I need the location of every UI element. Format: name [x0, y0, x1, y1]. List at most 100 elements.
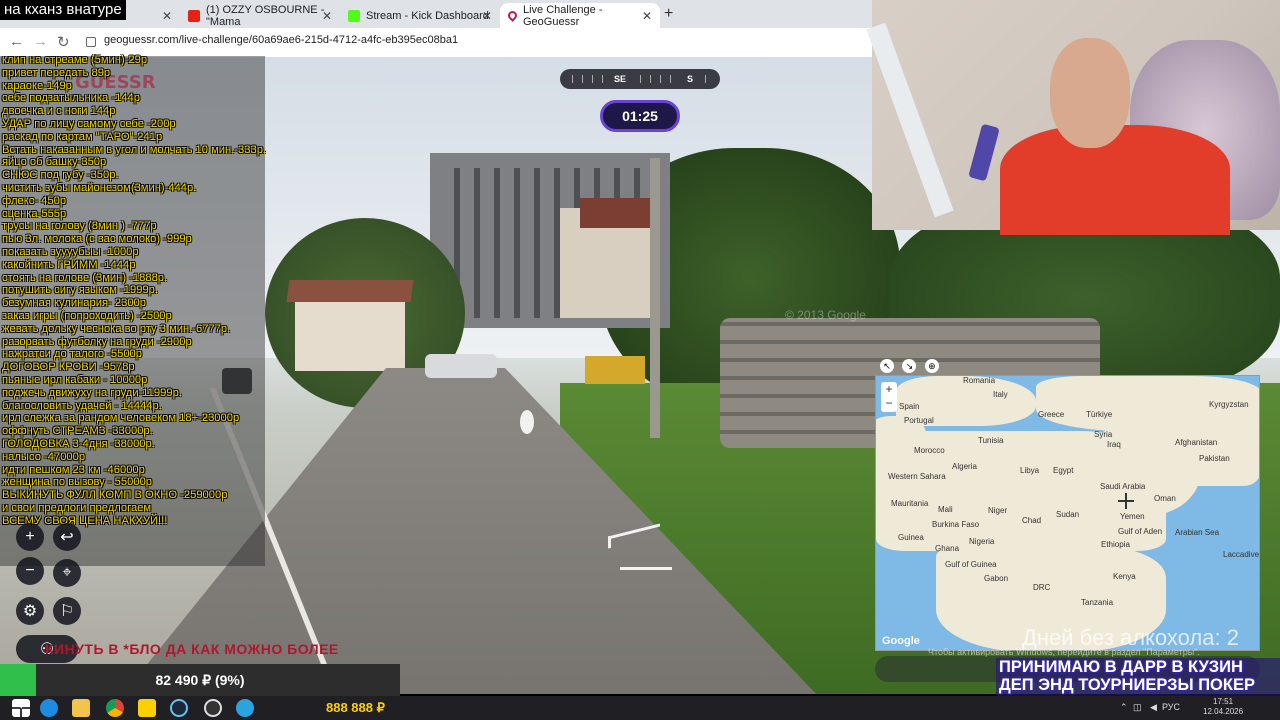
- map-label: Ethiopia: [1101, 540, 1130, 549]
- donation-item: раскад по картам "ТАРО"-241р: [2, 130, 163, 143]
- flag-icon[interactable]: ⚐: [53, 597, 81, 625]
- address-bar[interactable]: geoguessr.com/live-challenge/60a69ae6-21…: [104, 34, 458, 46]
- tab-ozzy[interactable]: (1) OZZY OSBOURNE - "Mama ✕: [180, 3, 340, 28]
- map-label: Ghana: [935, 544, 960, 553]
- compass-heading-se: SE: [614, 74, 627, 84]
- map-zoom-control[interactable]: + −: [881, 382, 897, 412]
- return-to-start-button[interactable]: ⌖: [53, 559, 81, 587]
- undo-move-button[interactable]: ↩: [53, 523, 81, 551]
- app-icon[interactable]: [138, 699, 156, 717]
- stream-title-overlay: на кханз внатуре: [0, 0, 126, 20]
- edge-icon[interactable]: [40, 699, 58, 717]
- google-watermark: © 2013 Google: [785, 308, 866, 322]
- shrink-map-icon[interactable]: ↘: [902, 359, 917, 373]
- compass-heading-s: S: [687, 74, 694, 84]
- donation-alert-text: КИНУТЬ В *БЛО ДА КАК МОЖНО БОЛЕЕ: [45, 641, 339, 657]
- chrome-icon[interactable]: [106, 699, 124, 717]
- donation-item: привет передать 89р: [2, 66, 111, 79]
- map-label: Gulf of Guinea: [945, 560, 997, 569]
- tab-kick[interactable]: Stream - Kick Dashboard ✕: [340, 3, 500, 28]
- obs-icon[interactable]: [204, 699, 222, 717]
- map-label: Mauritania: [891, 499, 929, 508]
- donation-item: ВСЕМУ СВОЯ ЦЕНА НАКХУЙ!!!: [2, 514, 168, 527]
- close-icon[interactable]: ✕: [482, 9, 492, 23]
- map-zoom-out-button[interactable]: −: [881, 396, 897, 410]
- donation-item: благословить удачей - 14444р.: [2, 399, 162, 412]
- guess-map[interactable]: Romania Spain Italy Greece Türkiye Portugal Ky…: [875, 375, 1260, 651]
- donation-item: жевать дольку чеснока во рту 3 мин.-6777…: [2, 322, 231, 335]
- tab-title: Stream - Kick Dashboard: [366, 9, 489, 22]
- donation-item: какойнить ГРИММ -1444р: [2, 258, 136, 271]
- tab-first[interactable]: ✕: [120, 3, 180, 28]
- telegram-icon[interactable]: [236, 699, 254, 717]
- activate-windows-notice: Чтобы активировать Windows, перейдите в …: [928, 647, 1200, 657]
- map-label: Morocco: [914, 446, 945, 455]
- compass-bar: SE S: [560, 69, 720, 89]
- map-label: Western Sahara: [888, 472, 946, 481]
- map-label: Greece: [1038, 410, 1065, 419]
- donation-item: безумная кулинария- 2300р: [2, 297, 147, 310]
- donation-item: стоять на голове (3мин) -1888р.: [2, 271, 168, 284]
- donation-item: двоечка и с ноги 144р: [2, 105, 116, 118]
- forward-icon[interactable]: →: [33, 33, 48, 50]
- utility-pole: [650, 158, 660, 438]
- volume-icon[interactable]: ◀: [1150, 702, 1157, 713]
- round-timer: 01:25: [600, 100, 680, 132]
- map-label: DRC: [1033, 583, 1051, 592]
- close-icon[interactable]: ✕: [162, 9, 172, 23]
- move-back-arrow[interactable]: [620, 558, 672, 570]
- new-tab-button[interactable]: +: [664, 5, 673, 23]
- map-label: Nigeria: [969, 537, 995, 546]
- donation-item: чистить зубы майонезом(3мин)-444р.: [2, 181, 197, 194]
- clock-time: 17:51: [1213, 697, 1234, 706]
- donation-item: ГОЛОДОВКА 3-4дня -38000р.: [2, 437, 155, 450]
- donation-item: флекс- 450р: [2, 194, 67, 207]
- site-info-icon[interactable]: [86, 37, 96, 47]
- promo-line-1: ПРИНИМАЮ В ДАРР В КУЗИН: [999, 658, 1243, 676]
- donation-menu-list: клип на стреаме (5мин)-29р привет передат…: [2, 54, 266, 527]
- donation-goal-bar: 82 490 ₽ (9%): [0, 664, 400, 696]
- car-white: [425, 354, 497, 378]
- network-icon[interactable]: ◫: [1133, 702, 1142, 713]
- map-label: Kenya: [1113, 572, 1136, 581]
- reload-icon[interactable]: ↻: [57, 33, 70, 51]
- pin-map-icon[interactable]: ⊕: [924, 359, 939, 373]
- map-zoom-in-button[interactable]: +: [881, 382, 897, 396]
- settings-gear-icon[interactable]: ⚙: [16, 597, 44, 625]
- yellow-sign: [585, 356, 645, 384]
- steam-icon[interactable]: [170, 699, 188, 717]
- tray-chevron-icon[interactable]: ⌃: [1120, 702, 1128, 713]
- map-label: Italy: [993, 390, 1008, 399]
- close-icon[interactable]: ✕: [322, 9, 332, 23]
- donation-item: пьяные ирл кабаки - 10000р: [2, 373, 148, 386]
- system-clock[interactable]: 17:51 12.04.2026: [1203, 697, 1243, 717]
- map-crosshair: [1118, 493, 1134, 509]
- tab-title: (1) OZZY OSBOURNE - "Mama: [206, 3, 325, 28]
- map-label: Niger: [988, 506, 1008, 515]
- tab-title: Live Challenge - GeoGuessr: [523, 3, 603, 28]
- browser-tab-bar: (1) OZZY OSBOURNE - "Mama ✕ Stream - Kic…: [0, 0, 872, 28]
- back-icon[interactable]: ←: [9, 33, 24, 50]
- map-label: Türkiye: [1086, 410, 1113, 419]
- close-icon[interactable]: ✕: [642, 9, 652, 23]
- donation-item: УДАР по лицу самому себе -200р: [2, 117, 176, 130]
- zoom-out-button[interactable]: −: [16, 557, 44, 585]
- map-label: Portugal: [904, 416, 934, 425]
- map-label: Gabon: [984, 574, 1009, 583]
- donation-item: оффнуть СТРЕАМЗ -33000р.: [2, 425, 153, 438]
- map-label: Tanzania: [1081, 598, 1114, 607]
- zoom-in-button[interactable]: +: [16, 523, 44, 551]
- roof-left: [286, 280, 414, 302]
- donation-item: ирл слежка за рандом человеком 18+-23000…: [2, 412, 240, 425]
- language-indicator[interactable]: РУС: [1162, 702, 1180, 712]
- donation-item: и свои предлоги предлогаем: [2, 501, 152, 514]
- expand-map-icon[interactable]: ↖: [880, 359, 894, 373]
- folder-icon[interactable]: [72, 699, 90, 717]
- map-label: Chad: [1022, 516, 1042, 525]
- tab-geoguessr[interactable]: Live Challenge - GeoGuessr ✕: [500, 3, 660, 28]
- map-label: Kyrgyzstan: [1209, 400, 1249, 409]
- map-label: Sudan: [1056, 510, 1080, 519]
- promo-line-2: ДЕП ЭНД ТОУРНИЕРЗЫ ПОКЕР: [999, 676, 1255, 694]
- start-icon[interactable]: [12, 699, 30, 717]
- map-label: Oman: [1154, 494, 1176, 503]
